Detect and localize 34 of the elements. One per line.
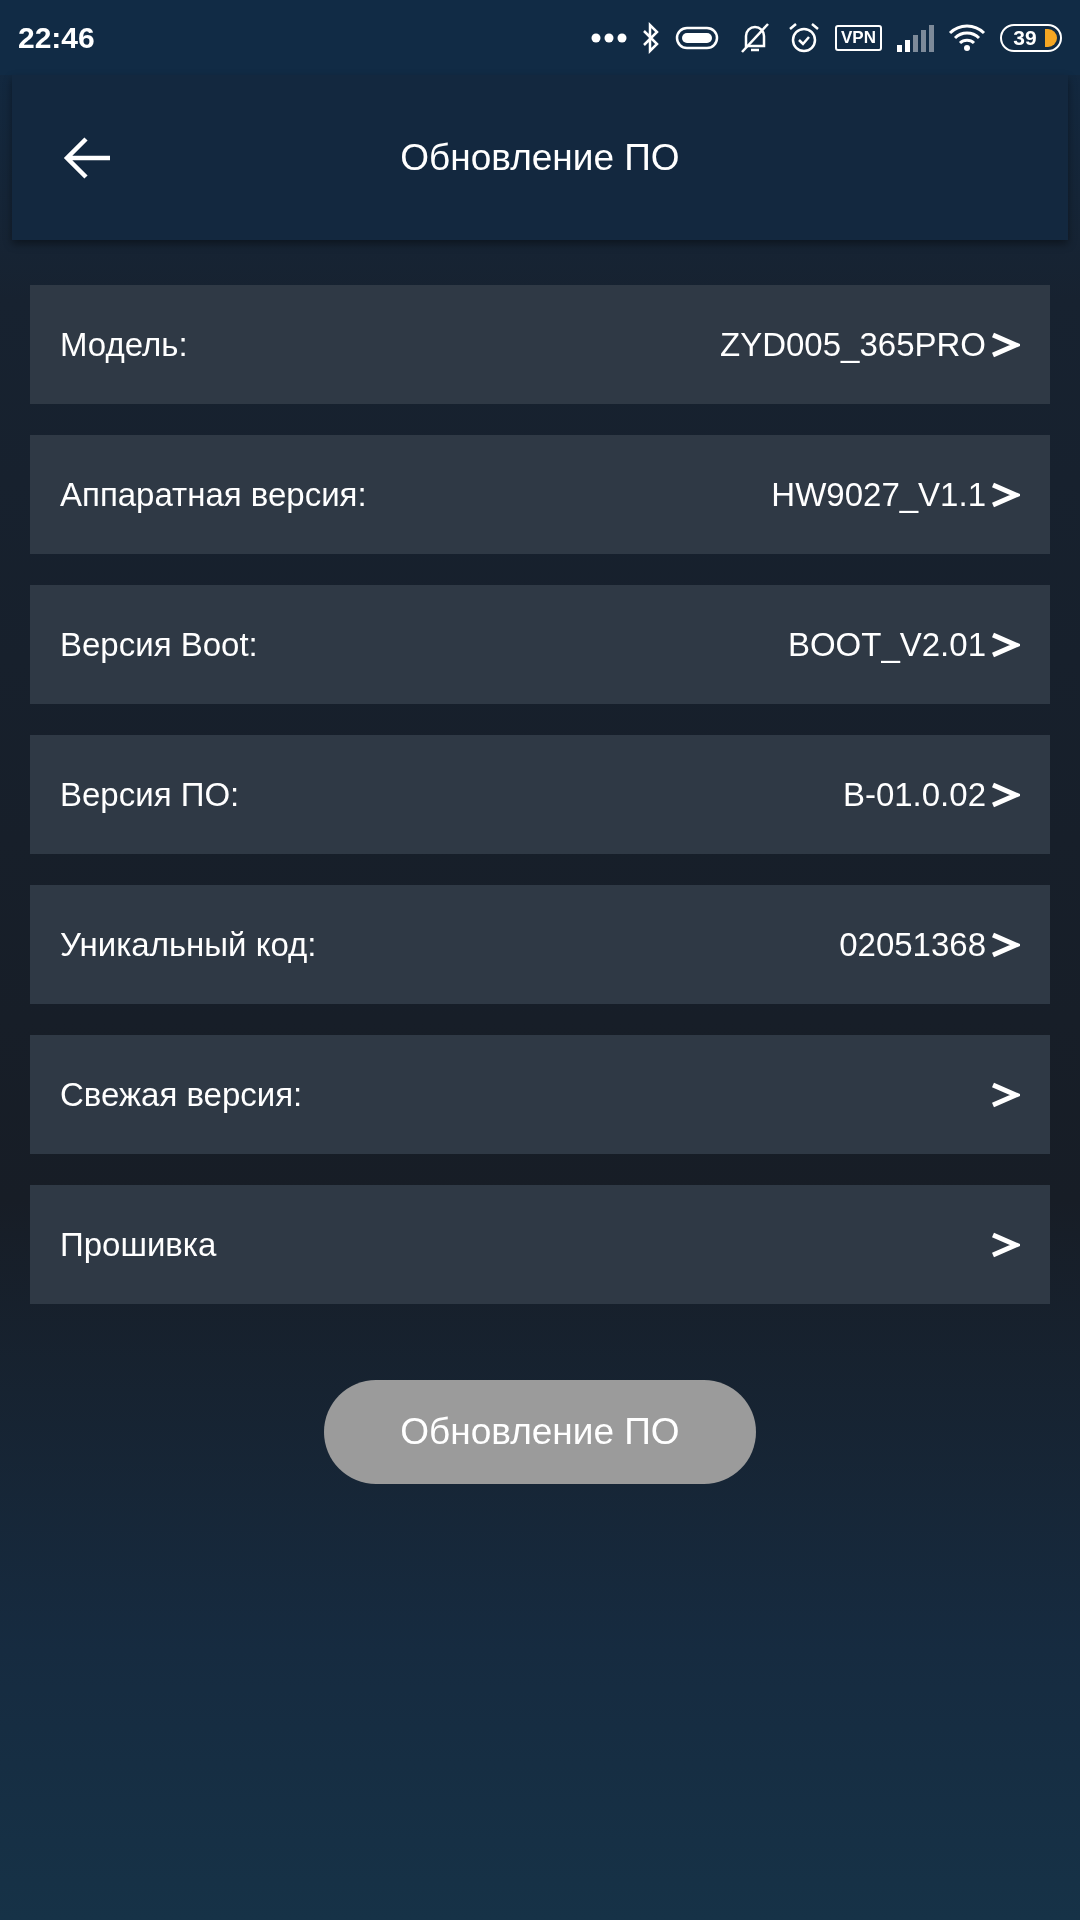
info-row[interactable]: Прошивка [30, 1185, 1050, 1304]
wifi-icon [948, 22, 986, 53]
chevron-right-icon [990, 930, 1020, 959]
row-label: Версия Boot: [60, 625, 258, 664]
row-label: Аппаратная версия: [60, 475, 367, 514]
row-value: HW9027_V1.1 [771, 475, 986, 514]
status-time: 22:46 [18, 20, 95, 55]
info-row[interactable]: Версия ПО: B-01.0.02 [30, 735, 1050, 854]
chevron-right-icon [990, 630, 1020, 659]
screen-title: Обновление ПО [400, 136, 680, 179]
row-label: Версия ПО: [60, 775, 240, 814]
battery-indicator: 39 [1000, 23, 1062, 52]
chevron-right-icon [990, 330, 1020, 359]
row-label: Свежая версия: [60, 1075, 303, 1114]
row-value: 02051368 [839, 925, 986, 964]
row-label: Прошивка [60, 1225, 217, 1264]
more-dots-icon [591, 32, 628, 43]
info-row[interactable]: Аппаратная версия: HW9027_V1.1 [30, 435, 1050, 554]
chevron-right-icon [990, 480, 1020, 509]
info-row[interactable]: Версия Boot: BOOT_V2.01 [30, 585, 1050, 704]
chevron-right-icon [990, 1080, 1020, 1109]
chevron-right-icon [990, 1230, 1020, 1259]
row-value: BOOT_V2.01 [787, 625, 986, 664]
row-value: ZYD005_365PRO [720, 325, 986, 364]
info-row[interactable]: Свежая версия: [30, 1035, 1050, 1154]
info-row[interactable]: Уникальный код: 02051368 [30, 885, 1050, 1004]
info-row[interactable]: Модель: ZYD005_365PRO [30, 285, 1050, 404]
back-arrow-icon[interactable] [62, 135, 112, 180]
chevron-right-icon [990, 780, 1020, 809]
signal-icon [896, 22, 934, 53]
row-value: B-01.0.02 [842, 775, 986, 814]
row-label: Уникальный код: [60, 925, 317, 964]
vpn-indicator: VPN [835, 24, 882, 51]
row-label: Модель: [60, 325, 188, 364]
